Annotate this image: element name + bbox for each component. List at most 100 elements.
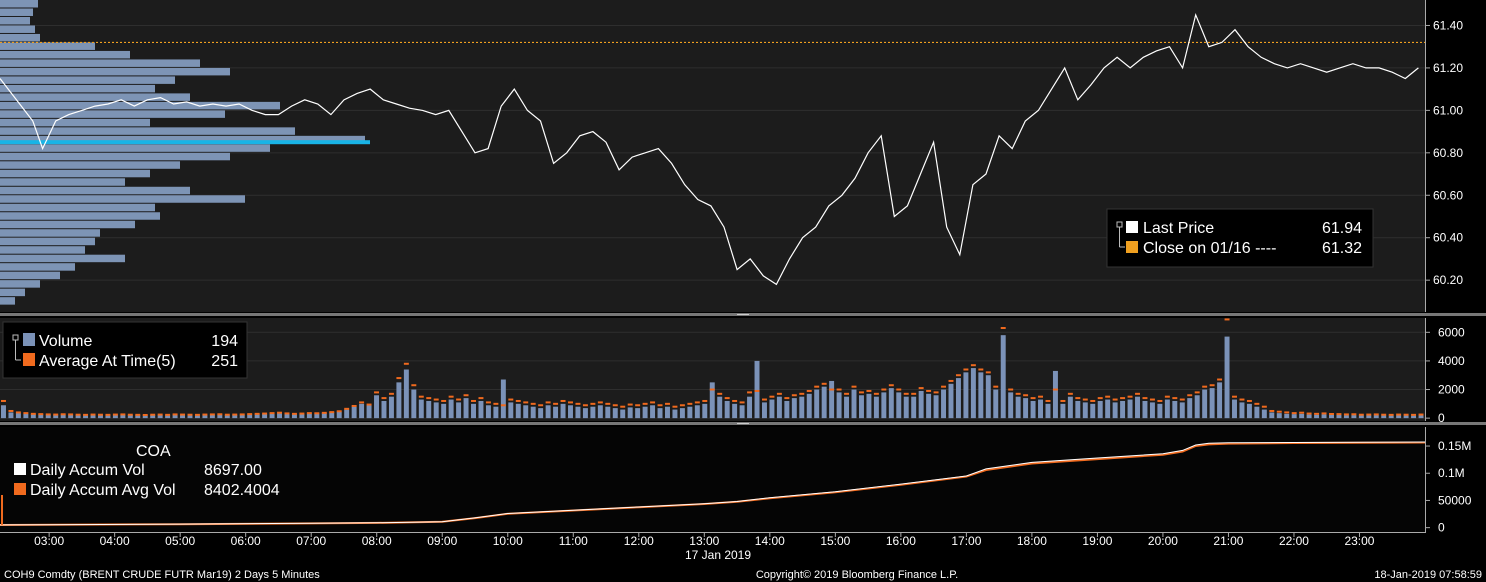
volume-bar xyxy=(1284,413,1290,419)
volume-bar xyxy=(478,400,484,419)
avg-at-time-marker xyxy=(329,411,335,414)
avg-at-time-marker xyxy=(903,392,909,395)
volume-profile-bar xyxy=(0,0,38,8)
avg-at-time-marker xyxy=(254,412,260,415)
volume-tick-label: 4000 xyxy=(1438,354,1465,368)
avg-at-time-marker xyxy=(1232,395,1237,398)
avg-at-time-marker xyxy=(597,401,603,404)
avg-at-time-marker xyxy=(605,402,611,405)
volume-legend[interactable]: Volume 194 Average At Time(5) 251 xyxy=(2,321,248,379)
avg-at-time-marker xyxy=(8,409,14,412)
volume-profile-bar xyxy=(0,161,180,169)
price-tick-label: 61.20 xyxy=(1433,61,1463,75)
avg-at-time-marker xyxy=(1254,402,1260,405)
avg-at-time-marker xyxy=(620,405,626,408)
volume-bar xyxy=(351,406,357,419)
time-tick-label: 20:00 xyxy=(1148,534,1178,548)
volume-bar xyxy=(993,389,999,419)
avg-at-time-marker xyxy=(866,389,872,392)
time-axis-ticks: 03:00 04:00 05:00 06:00 07:00 08:00 09:00 10:00… xyxy=(34,532,1375,548)
price-legend-box xyxy=(1106,208,1374,268)
volume-profile-bar xyxy=(0,110,225,118)
avg-at-time-marker xyxy=(821,382,827,385)
avg-at-time-marker xyxy=(515,399,521,402)
volume-axis-ticks: 0 2000 4000 6000 xyxy=(1425,325,1465,425)
volume-bar xyxy=(791,398,797,419)
avg-at-time-marker xyxy=(120,413,126,416)
volume-bar xyxy=(881,392,887,419)
time-tick-label: 03:00 xyxy=(34,534,64,548)
volume-bar xyxy=(23,413,29,419)
avg-at-time-marker xyxy=(284,412,290,415)
avg-at-time-marker xyxy=(1209,384,1215,387)
avg-at-time-marker xyxy=(665,402,670,405)
avg-at-time-marker xyxy=(1217,378,1223,381)
avg-at-time-marker xyxy=(1388,413,1394,416)
volume-tick-label: 2000 xyxy=(1438,383,1465,397)
avg-at-time-marker xyxy=(493,402,499,405)
avg-at-time-marker xyxy=(888,384,894,387)
volume-bar xyxy=(560,403,566,419)
avg-at-time-marker xyxy=(441,399,447,402)
avg-at-time-marker xyxy=(1358,413,1364,416)
accum-avg-swatch xyxy=(14,483,26,495)
volume-bar xyxy=(1142,400,1148,419)
avg-at-time-marker xyxy=(30,412,36,415)
volume-bar xyxy=(374,395,379,419)
avg-at-time-marker xyxy=(590,402,596,405)
avg-at-time-marker xyxy=(232,413,238,416)
volume-bar xyxy=(1373,415,1379,419)
time-tick-label: 06:00 xyxy=(231,534,261,548)
volume-tick-label: 0 xyxy=(1438,411,1445,425)
avg-at-time-marker xyxy=(381,397,387,400)
avg-at-time-marker xyxy=(799,392,805,395)
volume-bar xyxy=(1023,398,1029,419)
avg-at-time-marker xyxy=(1276,410,1282,413)
volume-bar xyxy=(694,405,700,419)
avg-at-time-marker xyxy=(926,389,932,392)
avg-at-time-marker xyxy=(1015,392,1021,395)
volume-bar xyxy=(1343,415,1349,419)
volume-bar xyxy=(1105,399,1111,419)
avg-at-time-marker xyxy=(545,401,551,404)
volume-bar xyxy=(1366,415,1372,419)
avg-at-time-marker xyxy=(873,392,879,395)
accum-tick-label: 50000 xyxy=(1438,493,1472,507)
volume-bar xyxy=(1269,412,1275,419)
volume-bar xyxy=(672,409,678,419)
volume-bar xyxy=(1202,389,1208,419)
volume-bar xyxy=(1396,415,1402,419)
avg-at-time-marker xyxy=(68,413,74,416)
avg-at-time-marker xyxy=(1157,399,1163,402)
price-tick-label: 60.80 xyxy=(1433,146,1463,160)
avg-at-time-marker xyxy=(844,392,850,395)
avg-at-time-marker xyxy=(262,412,268,415)
avg-at-time-marker xyxy=(978,368,984,371)
volume-bar xyxy=(1179,402,1185,419)
avg-at-time-swatch xyxy=(23,353,35,366)
avg-at-time-marker xyxy=(1187,394,1193,397)
volume-bar xyxy=(590,406,596,419)
accum-tick-label: 0.15M xyxy=(1438,439,1471,453)
volume-bar xyxy=(1082,402,1088,419)
avg-at-time-marker xyxy=(1023,394,1029,397)
price-tick-label: 61.40 xyxy=(1433,18,1463,32)
avg-at-time-marker xyxy=(1321,412,1327,415)
volume-bar xyxy=(426,400,432,419)
volume-bar xyxy=(970,368,976,419)
avg-at-time-marker xyxy=(1306,412,1312,415)
avg-at-time-marker xyxy=(896,388,902,391)
avg-at-time-marker xyxy=(194,413,200,416)
volume-bar xyxy=(1097,400,1103,419)
avg-at-time-marker xyxy=(747,391,753,394)
avg-at-time-marker xyxy=(142,413,148,416)
volume-bar xyxy=(582,408,588,419)
volume-profile-bar xyxy=(0,203,155,212)
avg-at-time-marker xyxy=(754,389,760,392)
price-legend[interactable]: Last Price 61.94 Close on 01/16 ---- 61.… xyxy=(1106,208,1374,268)
volume-bar xyxy=(471,403,476,419)
avg-at-time-marker xyxy=(1060,399,1066,402)
volume-bar xyxy=(851,389,857,419)
volume-bar xyxy=(1254,406,1260,419)
volume-profile-bar xyxy=(0,229,100,237)
